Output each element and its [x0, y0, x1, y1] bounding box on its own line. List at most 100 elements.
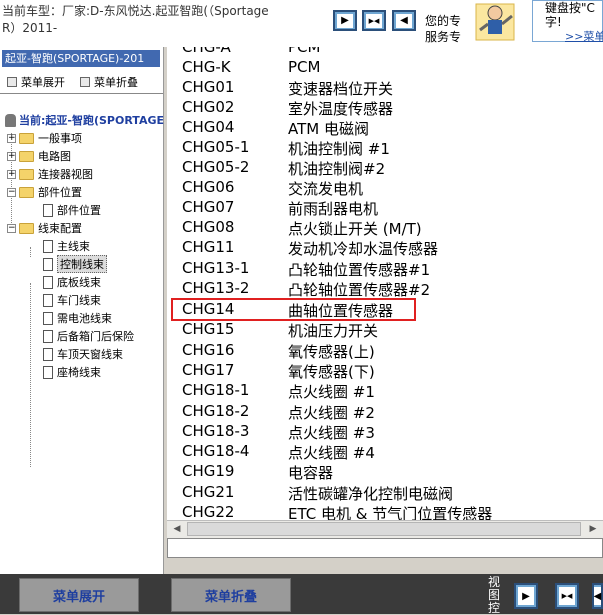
scrollbar-thumb[interactable]: [187, 522, 581, 536]
tree-item-battery-harness[interactable]: 需电池线束: [43, 309, 112, 327]
highlight-box: [171, 298, 416, 321]
connector-code: CHG08: [182, 218, 235, 236]
tree-item-sunroof-harness[interactable]: 车顶天窗线束: [43, 345, 123, 363]
sidebar-title: 起亚-智跑(SPORTAGE)-201: [2, 50, 160, 67]
connector-code: CHG01: [182, 78, 235, 96]
connector-desc: 机油压力开关: [288, 322, 379, 340]
tree-item-connector-view[interactable]: + 连接器视图: [7, 165, 93, 183]
connector-code: CHG16: [182, 341, 235, 359]
view-right-button[interactable]: ▶: [333, 10, 357, 31]
service-line-1: 您的专: [425, 14, 462, 28]
split-view-icon: ▶◀: [559, 587, 575, 605]
tree-item-label-selected: 控制线束: [57, 255, 107, 273]
view-left-button[interactable]: ◀: [592, 583, 603, 609]
expand-plus-icon: +: [7, 150, 16, 161]
connector-code: CHG19: [182, 462, 235, 480]
document-icon: [43, 275, 53, 289]
tree-item-label: 座椅线束: [57, 366, 101, 379]
menu-expand-button[interactable]: 菜单展开: [19, 578, 139, 612]
play-left-icon: ◀: [594, 587, 601, 605]
collapse-icon: [80, 77, 90, 87]
folder-open-icon: [19, 222, 34, 234]
status-field[interactable]: [167, 538, 603, 558]
document-icon: [43, 239, 53, 253]
tree-item-circuit-diagram[interactable]: + 电路图: [7, 147, 71, 165]
sidebar-expand-button[interactable]: 菜单展开: [7, 74, 65, 90]
tree-item-harness-config[interactable]: − 线束配置: [7, 219, 82, 237]
top-bar: 当前车型：厂家:D-东风悦达.起亚智跑(（Sportage R）2011- ▶ …: [0, 0, 603, 47]
connector-desc: ETC 电机 & 节气门位置传感器: [288, 505, 493, 520]
connector-desc: 电容器: [288, 464, 334, 482]
tip-line-2: 字!: [545, 15, 562, 29]
connector-code: CHG-A: [182, 47, 231, 56]
tree-guide: [30, 247, 31, 257]
tree-item-label: 电路图: [38, 150, 71, 163]
menu-collapse-button[interactable]: 菜单折叠: [171, 578, 291, 612]
tree-item-control-harness[interactable]: 控制线束: [43, 255, 107, 273]
sidebar: 起亚-智跑(SPORTAGE)-201 菜单展开 菜单折叠 当前:起亚-智跑(S…: [0, 47, 164, 574]
connector-code: CHG21: [182, 483, 235, 501]
connector-code: CHG04: [182, 118, 235, 136]
tree-guide: [30, 283, 31, 467]
connector-desc: 点火线圈 #3: [288, 424, 375, 442]
tree-item-tailgate-harness[interactable]: 后备箱门后保险: [43, 327, 134, 345]
tree-item-label: 一般事项: [38, 132, 82, 145]
view-left-button[interactable]: ◀: [392, 10, 416, 31]
tree-item-label: 线束配置: [38, 222, 82, 235]
view-right-button[interactable]: ▶: [514, 583, 538, 609]
tree-item-seat-harness[interactable]: 座椅线束: [43, 363, 101, 381]
connector-desc: ATM 电磁阀: [288, 120, 369, 138]
connector-desc: 活性碳罐净化控制电磁阀: [288, 485, 454, 503]
connector-desc: 点火线圈 #1: [288, 383, 375, 401]
document-icon: [43, 347, 53, 361]
tree-item-general[interactable]: + 一般事项: [7, 129, 82, 147]
document-icon: [43, 293, 53, 307]
tip-line-1: 键盘按"C: [545, 1, 595, 15]
current-vehicle: 当前车型：厂家:D-东风悦达.起亚智跑(（Sportage R）2011-: [2, 3, 294, 37]
connector-code: CHG07: [182, 198, 235, 216]
connector-desc: 氧传感器(下): [288, 363, 375, 381]
connector-code: CHG18-3: [182, 422, 250, 440]
split-view-icon: ▶◀: [366, 13, 382, 28]
tree-item-component-location-page[interactable]: 部件位置: [43, 201, 101, 219]
expand-plus-icon: +: [7, 132, 16, 143]
play-left-icon: ◀: [396, 13, 412, 28]
tree-item-label: 车门线束: [57, 294, 101, 307]
connector-list: CHG-A PCM CHG-K PCM CHG01 变速器档位开关 CHG02 室外温度…: [167, 47, 603, 520]
service-line-2: 服务专: [425, 30, 462, 44]
scroll-right-icon[interactable]: ▶: [585, 521, 601, 538]
folder-icon: [19, 168, 34, 180]
tree-root[interactable]: 当前:起亚-智跑(SPORTAGE: [5, 112, 164, 128]
connector-code: CHG13-2: [182, 279, 250, 297]
view-split-button[interactable]: ▶◀: [362, 10, 386, 31]
connector-desc: 机油控制阀#2: [288, 160, 386, 178]
tree-item-label: 连接器视图: [38, 168, 93, 181]
tree-item-floor-harness[interactable]: 底板线束: [43, 273, 101, 291]
expand-icon: [7, 77, 17, 87]
vehicle-icon: [5, 113, 16, 127]
connector-code: CHG18-4: [182, 442, 250, 460]
menu-link[interactable]: >>菜单: [565, 28, 603, 44]
tree-item-main-harness[interactable]: 主线束: [43, 237, 90, 255]
tree-item-door-harness[interactable]: 车门线束: [43, 291, 101, 309]
scroll-left-icon[interactable]: ◀: [169, 521, 185, 538]
folder-icon: [19, 132, 34, 144]
sidebar-collapse-button[interactable]: 菜单折叠: [80, 74, 138, 90]
view-split-button[interactable]: ▶◀: [555, 583, 579, 609]
connector-desc: 室外温度传感器: [288, 100, 394, 118]
connector-desc: PCM: [288, 58, 321, 76]
tree-root-label: 当前:起亚-智跑(SPORTAGE: [19, 114, 165, 127]
tree-item-label: 部件位置: [57, 204, 101, 217]
connector-code: CHG18-2: [182, 402, 250, 420]
connector-desc: 发动机冷却水温传感器: [288, 240, 439, 258]
document-icon: [43, 365, 53, 379]
connector-code: CHG17: [182, 361, 235, 379]
connector-code: CHG11: [182, 238, 235, 256]
connector-desc: 点火锁止开关 (M/T): [288, 220, 422, 238]
collapse-minus-icon: −: [7, 186, 16, 197]
tree-item-component-location[interactable]: − 部件位置: [7, 183, 82, 201]
tree-item-label: 主线束: [57, 240, 90, 253]
document-icon: [43, 329, 53, 343]
connector-desc: 变速器档位开关: [288, 80, 394, 98]
horizontal-scrollbar[interactable]: ◀ ▶: [167, 520, 603, 538]
